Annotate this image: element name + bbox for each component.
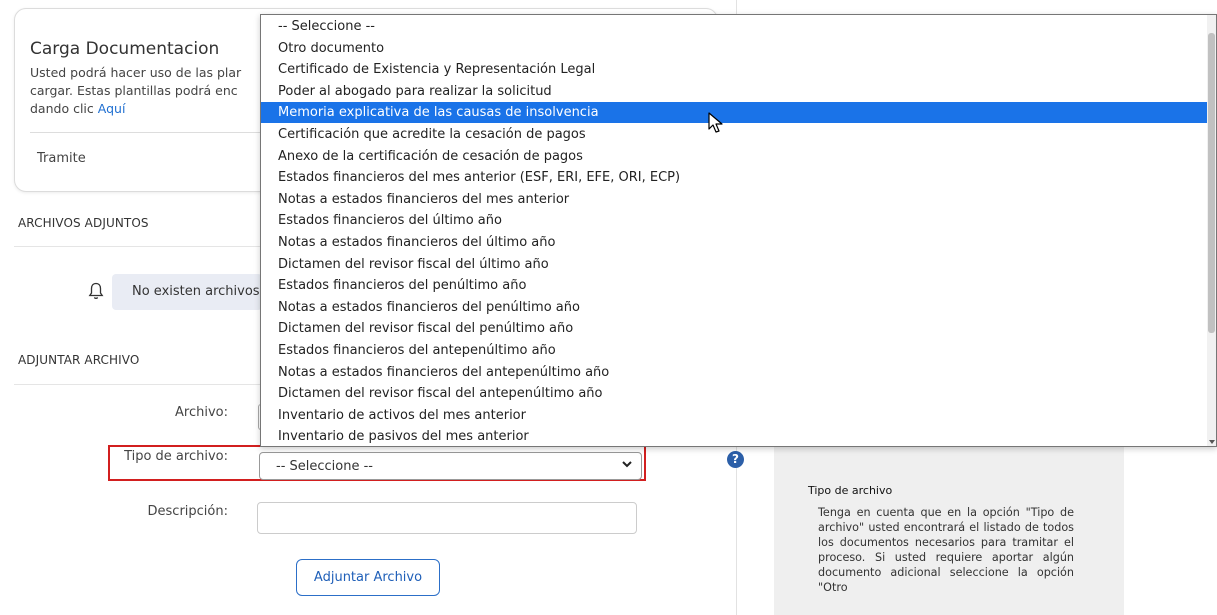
- card-desc-line-3: dando clic Aquí: [30, 100, 260, 118]
- dropdown-option[interactable]: Notas a estados financieros del penúltim…: [261, 297, 1209, 318]
- tramite-label: Tramite: [37, 151, 86, 166]
- dropdown-option[interactable]: Estados financieros del penúltimo año: [261, 275, 1209, 296]
- file-type-select[interactable]: -- Seleccione --: [259, 452, 642, 480]
- templates-link[interactable]: Aquí: [98, 101, 126, 116]
- upload-section-title: ADJUNTAR ARCHIVO: [18, 353, 140, 367]
- attachments-section-title: ARCHIVOS ADJUNTOS: [18, 216, 149, 230]
- card-divider: [30, 132, 260, 133]
- attach-file-button[interactable]: Adjuntar Archivo: [296, 559, 440, 596]
- scroll-down-arrow-icon[interactable]: [1209, 440, 1215, 444]
- file-type-label: Tipo de archivo:: [124, 449, 228, 464]
- card-desc-line-1: Usted podrá hacer uso de las plar: [30, 65, 242, 80]
- dropdown-option[interactable]: Notas a estados financieros del antepenú…: [261, 362, 1209, 383]
- dropdown-option[interactable]: Memoria explicativa de las causas de ins…: [261, 102, 1209, 124]
- card-desc-line-2: cargar. Estas plantillas podrá enc: [30, 83, 238, 98]
- dropdown-option[interactable]: Notas a estados financieros del mes ante…: [261, 189, 1209, 210]
- help-icon[interactable]: ?: [727, 451, 744, 468]
- section-divider: [14, 384, 264, 385]
- dropdown-option[interactable]: Estados financieros del último año: [261, 210, 1209, 231]
- dropdown-option[interactable]: Inventario de activos del mes anterior: [261, 405, 1209, 426]
- file-label: Archivo:: [175, 405, 228, 420]
- dropdown-option[interactable]: Dictamen del revisor fiscal del último a…: [261, 254, 1209, 275]
- help-text: Tenga en cuenta que en la opción "Tipo d…: [818, 506, 1074, 594]
- dropdown-option[interactable]: Inventario de pasivos del mes anterior: [261, 426, 1209, 446]
- chevron-down-icon: [622, 461, 632, 468]
- dropdown-option[interactable]: Estados financieros del mes anterior (ES…: [261, 167, 1209, 188]
- no-files-alert: No existen archivos: [112, 274, 262, 310]
- description-input[interactable]: [257, 502, 637, 534]
- dropdown-option[interactable]: Dictamen del revisor fiscal del antepenú…: [261, 383, 1209, 404]
- help-title: Tipo de archivo: [808, 484, 893, 497]
- section-divider: [14, 246, 264, 247]
- scrollbar-thumb[interactable]: [1208, 33, 1215, 333]
- file-type-dropdown-list[interactable]: -- Seleccione -- Otro documento Certificad…: [260, 14, 1217, 447]
- description-label: Descripción:: [147, 504, 228, 519]
- dropdown-option[interactable]: Estados financieros del antepenúltimo añ…: [261, 340, 1209, 361]
- dropdown-scrollbar[interactable]: [1207, 15, 1216, 446]
- mouse-cursor-icon: [708, 112, 723, 133]
- card-description: Usted podrá hacer uso de las plar cargar…: [30, 64, 260, 118]
- bell-icon: [88, 282, 104, 300]
- no-files-message: No existen archivos: [132, 284, 260, 299]
- dropdown-option[interactable]: Dictamen del revisor fiscal del penúltim…: [261, 318, 1209, 339]
- card-desc-prefix: dando clic: [30, 101, 98, 116]
- card-title: Carga Documentacion: [30, 39, 220, 59]
- dropdown-option[interactable]: Notas a estados financieros del último a…: [261, 232, 1209, 253]
- dropdown-option[interactable]: Anexo de la certificación de cesación de…: [261, 146, 1209, 167]
- file-type-selected-value: -- Seleccione --: [276, 459, 373, 474]
- dropdown-option[interactable]: Poder al abogado para realizar la solici…: [261, 81, 1209, 102]
- dropdown-option[interactable]: Otro documento: [261, 38, 1209, 59]
- dropdown-option[interactable]: -- Seleccione --: [261, 16, 1209, 37]
- dropdown-option[interactable]: Certificado de Existencia y Representaci…: [261, 59, 1209, 80]
- dropdown-option[interactable]: Certificación que acredite la cesación d…: [261, 124, 1209, 145]
